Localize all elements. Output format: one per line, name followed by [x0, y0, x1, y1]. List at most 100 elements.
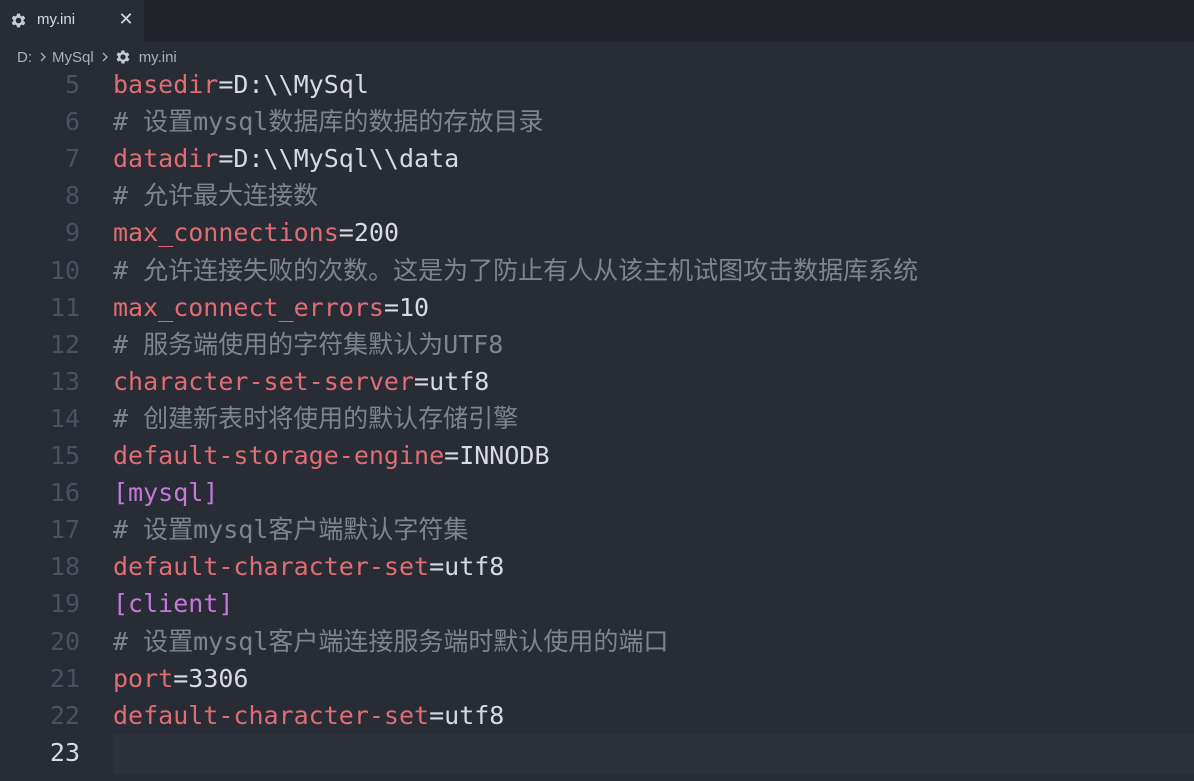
ini-key: character-set-server	[113, 366, 415, 396]
breadcrumb-item-file[interactable]: my.ini	[139, 49, 177, 66]
ini-value: utf8	[429, 366, 490, 396]
ini-comment: # 服务端使用的字符集默认为UTF8	[113, 329, 504, 359]
ini-key: default-storage-engine	[113, 441, 445, 470]
line-number: 6	[64, 107, 80, 137]
code-line[interactable]: 23	[0, 733, 1194, 774]
code-line[interactable]: 16 [mysql]	[0, 474, 1194, 511]
line-number: 12	[49, 329, 80, 359]
ini-equals: =	[218, 144, 234, 174]
ini-key: max_connect_errors	[113, 292, 384, 322]
line-number: 19	[49, 589, 80, 619]
code-text: # 设置mysql客户端连接服务端时默认使用的端口	[113, 623, 668, 660]
code-line[interactable]: 6 # 设置mysql数据库的数据的存放目录	[0, 103, 1194, 140]
ini-value: INNODB	[459, 441, 550, 470]
code-line[interactable]: 14 # 创建新表时将使用的默认存储引擎	[0, 400, 1194, 437]
line-number: 16	[49, 478, 80, 508]
code-text: max_connections=200	[113, 214, 399, 251]
code-text: # 设置mysql客户端默认字符集	[113, 511, 468, 548]
ini-value: D:\\MySql	[233, 70, 369, 99]
ini-key: default-character-set	[113, 552, 430, 582]
code-editor[interactable]: 5 basedir=D:\\MySql 6 # 设置mysql数据库的数据的存放目录 7…	[0, 66, 1194, 781]
code-text: max_connect_errors=10	[113, 289, 429, 326]
ini-key: max_connections	[113, 218, 339, 248]
tab-title: my.ini	[37, 11, 76, 28]
line-number: 18	[49, 552, 80, 582]
ini-key: basedir	[113, 70, 219, 99]
code-line[interactable]: 7 datadir=D:\\MySql\\data	[0, 140, 1194, 177]
ini-comment: # 允许最大连接数	[113, 181, 319, 211]
ini-value: 200	[353, 218, 399, 248]
breadcrumb-item-folder[interactable]: MySql	[52, 49, 94, 66]
ini-key: datadir	[113, 144, 219, 174]
chevron-right-icon	[102, 52, 108, 62]
chevron-right-icon	[40, 52, 46, 62]
code-line[interactable]: 10 # 允许连接失败的次数。这是为了防止有人从该主机试图攻击数据库系统	[0, 252, 1194, 289]
ini-comment: # 创建新表时将使用的默认存储引擎	[113, 403, 519, 433]
line-number: 22	[49, 700, 80, 730]
code-line[interactable]: 9 max_connections=200	[0, 214, 1194, 251]
ini-equals: =	[218, 70, 234, 99]
code-text: port=3306	[113, 660, 249, 697]
ini-equals: =	[414, 366, 430, 396]
line-number: 23	[49, 737, 80, 767]
code-line[interactable]: 20 # 设置mysql客户端连接服务端时默认使用的端口	[0, 623, 1194, 660]
line-number: 10	[49, 255, 80, 285]
code-line[interactable]: 11 max_connect_errors=10	[0, 289, 1194, 326]
code-text: # 服务端使用的字符集默认为UTF8	[113, 326, 503, 363]
line-number: 14	[49, 403, 80, 433]
code-text: datadir=D:\\MySql\\data	[113, 140, 459, 177]
ini-equals: =	[338, 218, 354, 248]
ini-comment: # 设置mysql客户端连接服务端时默认使用的端口	[113, 626, 669, 656]
ini-key: default-character-set	[113, 700, 430, 730]
ini-comment: # 允许连接失败的次数。这是为了防止有人从该主机试图攻击数据库系统	[113, 255, 919, 285]
code-line[interactable]: 5 basedir=D:\\MySql	[0, 66, 1194, 103]
line-number: 11	[49, 292, 80, 322]
ini-equals: =	[173, 663, 189, 693]
code-text: # 允许连接失败的次数。这是为了防止有人从该主机试图攻击数据库系统	[113, 252, 918, 289]
ini-value: D:\\MySql\\data	[233, 144, 460, 174]
code-text: basedir=D:\\MySql	[113, 66, 369, 103]
code-text: default-storage-engine=INNODB	[113, 437, 550, 474]
ini-equals: =	[429, 552, 445, 582]
gear-icon	[116, 50, 130, 64]
ini-comment: # 设置mysql数据库的数据的存放目录	[113, 107, 544, 137]
code-line[interactable]: 13 character-set-server=utf8	[0, 363, 1194, 400]
breadcrumb-item-drive[interactable]: D:	[17, 49, 32, 66]
ini-section: [client]	[113, 589, 234, 619]
line-number: 15	[49, 441, 80, 470]
tab-my-ini[interactable]: my.ini ✕	[0, 0, 144, 42]
code-text: character-set-server=utf8	[113, 363, 489, 400]
code-text: [client]	[113, 585, 233, 622]
code-line[interactable]: 18 default-character-set=utf8	[0, 548, 1194, 585]
code-text: default-character-set=utf8	[113, 697, 504, 734]
ini-key: port	[113, 663, 174, 693]
line-number: 17	[49, 515, 80, 545]
code-line[interactable]: 17 # 设置mysql客户端默认字符集	[0, 511, 1194, 548]
ini-value: utf8	[444, 700, 505, 730]
line-number: 13	[49, 366, 80, 396]
ini-value: 3306	[188, 663, 249, 693]
code-line[interactable]: 21 port=3306	[0, 660, 1194, 697]
line-number: 9	[64, 218, 80, 248]
code-text: # 允许最大连接数	[113, 177, 318, 214]
line-number: 20	[49, 626, 80, 656]
gear-icon	[11, 13, 26, 28]
code-line[interactable]: 15 default-storage-engine=INNODB	[0, 437, 1194, 474]
ini-section: [mysql]	[113, 478, 219, 508]
tab-bar: my.ini ✕	[0, 0, 1194, 42]
close-icon[interactable]: ✕	[117, 9, 135, 29]
code-text: default-character-set=utf8	[113, 548, 504, 585]
code-line[interactable]: 19 [client]	[0, 585, 1194, 622]
code-line[interactable]: 8 # 允许最大连接数	[0, 177, 1194, 214]
code-line[interactable]: 12 # 服务端使用的字符集默认为UTF8	[0, 326, 1194, 363]
code-text: # 创建新表时将使用的默认存储引擎	[113, 400, 518, 437]
code-line[interactable]: 22 default-character-set=utf8	[0, 697, 1194, 734]
ini-value: 10	[399, 292, 430, 322]
line-number: 21	[49, 663, 80, 693]
ini-equals: =	[383, 292, 399, 322]
line-number: 5	[64, 70, 80, 99]
current-line-highlight	[113, 733, 1194, 774]
line-number: 7	[64, 144, 80, 174]
code-text: # 设置mysql数据库的数据的存放目录	[113, 103, 543, 140]
ini-comment: # 设置mysql客户端默认字符集	[113, 515, 469, 545]
